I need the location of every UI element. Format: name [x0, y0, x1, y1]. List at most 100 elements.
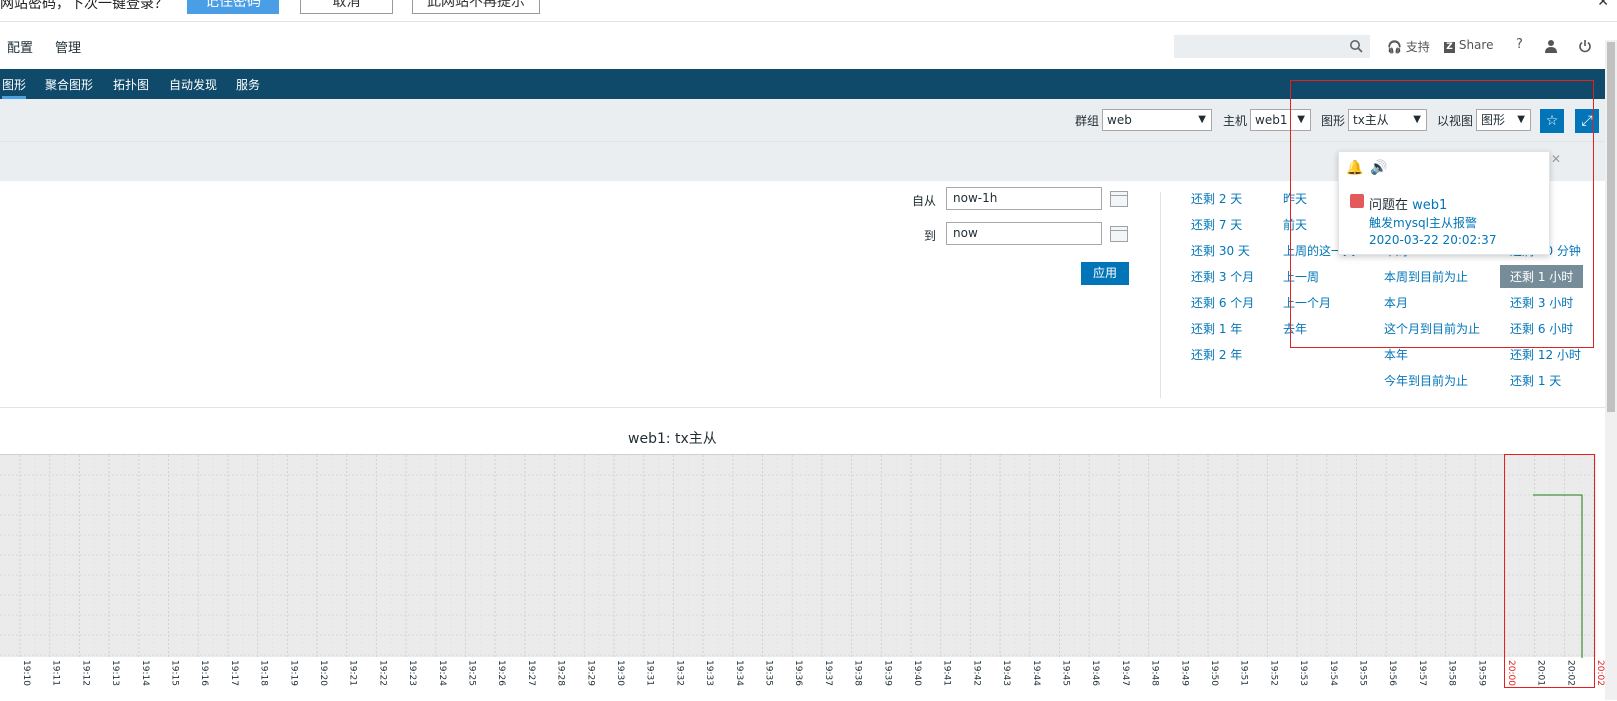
- problem-host-link[interactable]: web1: [1412, 198, 1447, 213]
- close-icon[interactable]: ✕: [1551, 152, 1561, 166]
- group-select[interactable]: web ▼: [1102, 109, 1212, 131]
- x-tick-label: 19:20: [318, 660, 328, 686]
- user-icon[interactable]: [1544, 39, 1558, 53]
- menu-admin[interactable]: 管理: [55, 37, 81, 56]
- x-tick-label: 19:39: [882, 660, 892, 686]
- from-input[interactable]: now-1h: [946, 187, 1102, 210]
- tab-services[interactable]: 服务: [236, 76, 260, 93]
- x-tick-label: 19:40: [912, 660, 922, 686]
- graph-title: web1: tx主从: [628, 431, 717, 447]
- x-tick-label: 19:43: [1001, 660, 1011, 686]
- help-icon[interactable]: ?: [1516, 37, 1523, 52]
- x-tick-label: 19:36: [793, 660, 803, 686]
- x-tick-label: 19:17: [229, 660, 239, 686]
- x-tick-label: 19:23: [407, 660, 417, 686]
- graph-canvas: [0, 455, 1610, 658]
- search-input[interactable]: [1174, 35, 1370, 58]
- x-tick-label: 19:41: [942, 660, 952, 686]
- headset-icon: 🎧: [1387, 40, 1402, 54]
- x-tick-label: 19:53: [1298, 660, 1308, 686]
- x-tick-label: 19:18: [259, 660, 269, 686]
- quick-time-link[interactable]: 还剩 12 小时: [1510, 346, 1581, 363]
- quick-time-link[interactable]: 还剩 2 天: [1191, 190, 1242, 207]
- share-link[interactable]: Z Share: [1444, 38, 1493, 53]
- password-prompt: 网站密码，下次一键登录？: [0, 0, 168, 12]
- share-label: Share: [1458, 38, 1494, 52]
- x-tick-label: 19:16: [199, 660, 209, 686]
- x-tick-label: 19:59: [1476, 660, 1486, 686]
- password-save-bar: 网站密码，下次一键登录？ 记住密码 取消 此网站不再提示 ✕: [0, 0, 1617, 22]
- graph-x-axis: 19:10 19:11 19:12 19:13 19:14 19:15 19:16 19:17…: [21, 660, 1605, 686]
- quick-time-link[interactable]: 还剩 2 年: [1191, 346, 1242, 363]
- x-tick-label: 19:14: [140, 660, 150, 686]
- quick-time-link[interactable]: 还剩 1 年: [1191, 320, 1242, 337]
- problem-notification: 🔔 🔊 ✕ 问题在 web1 触发mysql主从报警 2020-03-22 20…: [1338, 151, 1561, 255]
- x-tick-label: 19:33: [704, 660, 714, 686]
- x-tick-label: 19:50: [1209, 660, 1219, 686]
- trigger-link[interactable]: 触发mysql主从报警: [1369, 214, 1477, 231]
- host-value: web1: [1255, 113, 1288, 127]
- calendar-icon[interactable]: [1110, 226, 1128, 242]
- cancel-button[interactable]: 取消: [300, 0, 393, 14]
- quick-time-link[interactable]: 还剩 6 个月: [1191, 294, 1254, 311]
- save-password-button[interactable]: 记住密码: [187, 0, 279, 14]
- x-tick-label: 19:54: [1328, 660, 1338, 686]
- scrollbar[interactable]: [1605, 40, 1617, 700]
- quick-time-link[interactable]: 今年到目前为止: [1384, 372, 1468, 389]
- quick-time-link[interactable]: 还剩 1 天: [1510, 372, 1561, 389]
- never-prompt-button[interactable]: 此网站不再提示: [412, 0, 540, 14]
- group-value: web: [1107, 113, 1132, 127]
- problem-prefix: 问题在: [1369, 198, 1409, 213]
- speaker-icon[interactable]: 🔊: [1370, 160, 1387, 176]
- power-icon[interactable]: [1578, 39, 1592, 53]
- x-tick-label: 19:15: [170, 660, 180, 686]
- share-icon: Z: [1444, 42, 1455, 53]
- tab-graphs[interactable]: 图形: [2, 76, 27, 99]
- tab-discovery[interactable]: 自动发现: [169, 76, 217, 93]
- search-icon: [1350, 40, 1363, 53]
- x-tick-label: 19:51: [1239, 660, 1249, 686]
- tab-maps[interactable]: 拓扑图: [113, 76, 149, 93]
- support-link[interactable]: 🎧 支持: [1387, 38, 1430, 55]
- x-tick-label: 19:31: [645, 660, 655, 686]
- x-tick-label: 19:44: [1031, 660, 1041, 686]
- quick-time-link[interactable]: 本年: [1384, 346, 1408, 363]
- x-tick-label: 19:27: [526, 660, 536, 686]
- x-tick-label: 19:24: [437, 660, 447, 686]
- x-tick-label: 19:32: [674, 660, 684, 686]
- x-tick-label: 19:25: [467, 660, 477, 686]
- quick-time-link[interactable]: 还剩 3 个月: [1191, 268, 1254, 285]
- close-icon[interactable]: ✕: [1597, 0, 1609, 10]
- graph-plot-area[interactable]: [0, 454, 1610, 658]
- problem-time[interactable]: 2020-03-22 20:02:37: [1369, 233, 1496, 247]
- x-tick-label: 19:38: [853, 660, 863, 686]
- x-tick-label: 19:19: [288, 660, 298, 686]
- tab-screens[interactable]: 聚合图形: [45, 76, 93, 93]
- scrollbar-thumb[interactable]: [1607, 42, 1615, 412]
- x-tick-label: 19:13: [110, 660, 120, 686]
- top-nav: 配置 管理: [0, 22, 1617, 68]
- x-tick-label: 19:21: [348, 660, 358, 686]
- x-tick-label: 19:48: [1150, 660, 1160, 686]
- problem-text: 问题在 web1: [1369, 194, 1447, 213]
- x-tick-label: 19:52: [1268, 660, 1278, 686]
- highlight-box: [1504, 454, 1595, 688]
- x-tick-label: 19:10: [21, 660, 31, 686]
- x-tick-label: 19:55: [1358, 660, 1368, 686]
- divider: [1160, 192, 1161, 398]
- x-tick-label: 19:26: [496, 660, 506, 686]
- group-label: 群组: [1075, 114, 1100, 128]
- quick-time-link[interactable]: 还剩 30 天: [1191, 242, 1250, 259]
- menu-config[interactable]: 配置: [7, 37, 33, 56]
- x-tick-label: 19:42: [971, 660, 981, 686]
- x-tick-label: 19:57: [1417, 660, 1427, 686]
- quick-time-link[interactable]: 还剩 7 天: [1191, 216, 1242, 233]
- x-tick-label: 19:11: [51, 660, 61, 686]
- calendar-icon[interactable]: [1110, 191, 1128, 207]
- x-tick-label: 20:02: [1595, 660, 1605, 686]
- to-input[interactable]: now: [946, 222, 1102, 245]
- apply-button[interactable]: 应用: [1081, 262, 1129, 285]
- x-tick-label: 19:49: [1179, 660, 1189, 686]
- x-tick-label: 19:47: [1120, 660, 1130, 686]
- bell-icon[interactable]: 🔔: [1346, 160, 1363, 176]
